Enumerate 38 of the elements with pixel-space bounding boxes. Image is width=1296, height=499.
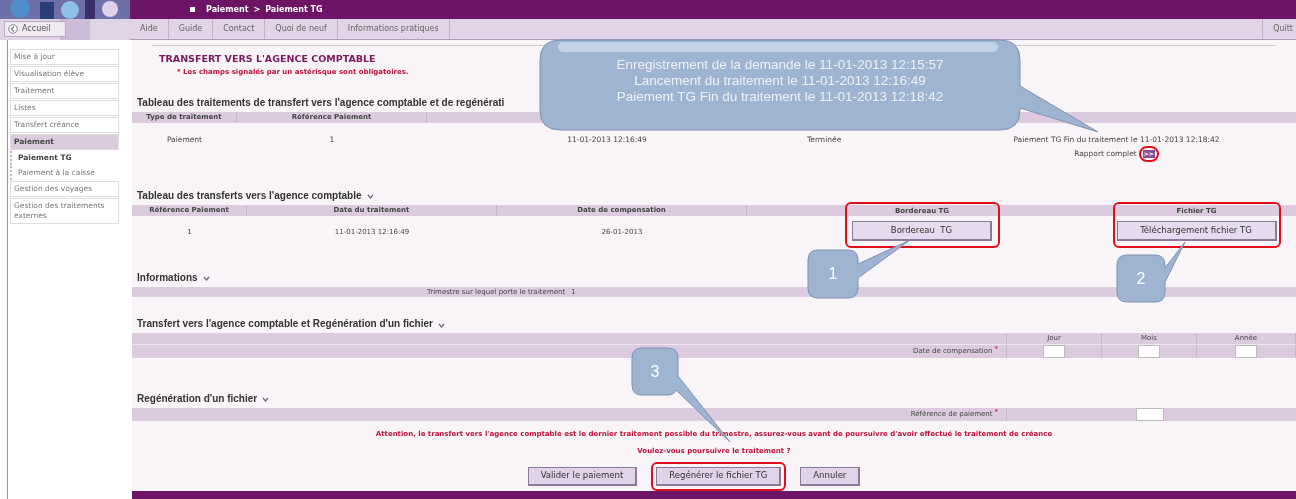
section-heading: Tableau des transferts vers l'agence comptable [137,188,362,203]
callout-bubble [1115,240,1187,304]
bullet-icon [190,7,195,12]
nav-tab[interactable]: Aide [130,19,169,39]
chevron-down-icon [262,397,270,403]
callout-number: 2 [1136,268,1146,289]
nav-tab[interactable]: Quoi de neuf [265,19,338,39]
home-button[interactable]: Accueil [4,21,66,37]
chevron-down-icon [202,276,210,282]
nav-tab[interactable]: Contact [213,19,266,39]
callout-number: 1 [828,264,838,284]
slip-button[interactable]: Bordereau TG [852,221,992,242]
download-button[interactable]: Téléchargement fichier TG [1116,221,1277,242]
section-heading: Transfert vers l'agence comptable et Regénération d'un fichier [137,317,433,332]
section-heading: Regénération d'un fichier [137,391,258,406]
cancel-button[interactable]: Annuler [800,466,861,486]
regenerate-button[interactable]: Regénérer le fichier TG [656,466,782,486]
breadcrumb-item[interactable]: Paiement TG [265,3,323,16]
callout-text: Lancement du traitement le 11-01-2013 12:16:49 [634,73,926,89]
input-field[interactable] [1235,344,1257,358]
back-arrow-icon [8,24,18,34]
validate-button[interactable]: Valider le paiement [527,466,638,486]
breadcrumb-separator: > [253,3,261,16]
callout-text: Paiement TG Fin du traitement le 11-01-2013 12:18:42 [616,89,944,105]
nav-tab[interactable]: Guide [168,19,214,39]
nav-tab[interactable]: Informations pratiques [337,19,450,39]
section-heading: Tableau des traitements de transfert vers l'agence comptable et de regénérati [137,96,505,111]
breadcrumb-item[interactable]: Paiement [206,3,249,16]
input-field[interactable] [1043,344,1065,358]
callout-number: 3 [650,361,660,382]
input-field[interactable] [1135,407,1164,421]
page-title: TRANSFERT VERS L'AGENCE COMPTABLE [158,51,377,64]
input-field[interactable] [1138,344,1160,358]
quit-link[interactable]: Quitt [1262,19,1296,39]
chevron-down-icon [437,322,445,328]
chevron-down-icon [366,194,374,200]
callout-text: Enregistrement de la demande le 11-01-2013 12:15:57 [616,57,944,73]
section-heading: Informations [137,270,198,285]
